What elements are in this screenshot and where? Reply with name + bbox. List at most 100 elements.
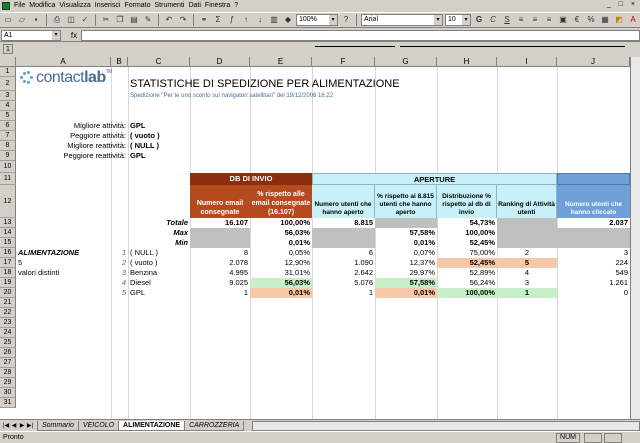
totale-j[interactable]: 2.037: [557, 218, 628, 228]
menu-finestra[interactable]: Finestra: [205, 2, 230, 10]
row-header[interactable]: 11: [0, 173, 16, 185]
row-e[interactable]: 12,90%: [250, 258, 310, 268]
menu-inserisci[interactable]: Inserisci: [95, 2, 121, 10]
column-header-a[interactable]: A: [16, 57, 111, 67]
totale-h[interactable]: 54,73%: [437, 218, 495, 228]
tab-carrozzeria[interactable]: CARROZZERIA: [184, 420, 245, 431]
row-name[interactable]: ( vuoto ): [130, 258, 158, 268]
align-right-icon[interactable]: ≡: [543, 14, 555, 26]
row-header[interactable]: 6: [0, 121, 16, 131]
row-d[interactable]: 9.025: [190, 278, 248, 288]
cut-icon[interactable]: ✂: [100, 14, 112, 26]
formula-input[interactable]: [81, 29, 640, 41]
row-header[interactable]: 24: [0, 328, 16, 338]
row-j[interactable]: 3: [557, 248, 628, 258]
min-e[interactable]: 0,01%: [250, 238, 310, 248]
max-g[interactable]: 57,58%: [375, 228, 435, 238]
row-h[interactable]: 75,00%: [437, 248, 495, 258]
menu-file[interactable]: File: [14, 2, 25, 10]
menu-formato[interactable]: Formato: [124, 2, 150, 10]
row-header[interactable]: 20: [0, 288, 16, 298]
column-header-e[interactable]: E: [250, 57, 312, 67]
undo-icon[interactable]: ↶: [163, 14, 175, 26]
row-j[interactable]: 224: [557, 258, 628, 268]
fx-icon[interactable]: fx: [67, 31, 81, 40]
row-d[interactable]: 4.995: [190, 268, 248, 278]
row-j[interactable]: 549: [557, 268, 628, 278]
row-header[interactable]: 12: [0, 185, 16, 218]
row-e[interactable]: 0,01%: [250, 288, 312, 298]
hyperlink-icon[interactable]: ⚭: [198, 14, 210, 26]
row-name[interactable]: ( NULL ): [130, 248, 158, 258]
row-g[interactable]: 0,07%: [375, 248, 435, 258]
row-header[interactable]: 9: [0, 151, 16, 161]
help-icon[interactable]: ?: [340, 14, 352, 26]
row-d[interactable]: 1: [190, 288, 248, 298]
last-sheet-icon[interactable]: ▶|: [26, 422, 34, 429]
menu-modifica[interactable]: Modifica: [29, 2, 55, 10]
copy-icon[interactable]: ❐: [114, 14, 126, 26]
row-h[interactable]: 100,00%: [437, 288, 497, 298]
row-g[interactable]: 57,58%: [375, 278, 437, 288]
totale-f[interactable]: 8.815: [312, 218, 373, 228]
row-header[interactable]: 4: [0, 101, 16, 111]
open-icon[interactable]: ▱: [16, 14, 28, 26]
outline-level-1[interactable]: 1: [3, 44, 13, 54]
row-e[interactable]: 56,03%: [250, 278, 312, 288]
row-i[interactable]: 3: [497, 278, 557, 288]
column-header-h[interactable]: H: [437, 57, 497, 67]
merge-icon[interactable]: ▣: [557, 14, 569, 26]
row-header[interactable]: 26: [0, 348, 16, 358]
select-all-corner[interactable]: [0, 57, 16, 67]
row-header[interactable]: 5: [0, 111, 16, 121]
row-i[interactable]: 2: [497, 248, 557, 258]
prev-sheet-icon[interactable]: ◀: [10, 422, 18, 429]
column-header-f[interactable]: F: [312, 57, 375, 67]
tab-veicolo[interactable]: VEICOLO: [77, 420, 120, 431]
row-header[interactable]: 18: [0, 268, 16, 278]
chart-icon[interactable]: ▥: [268, 14, 280, 26]
row-e[interactable]: 31,01%: [250, 268, 310, 278]
drawing-icon[interactable]: ◆: [282, 14, 294, 26]
tab-alimentazione[interactable]: ALIMENTAZIONE: [118, 420, 186, 431]
column-header-g[interactable]: G: [375, 57, 437, 67]
row-header[interactable]: 28: [0, 368, 16, 378]
font-size-select[interactable]: 10 ▾: [445, 14, 471, 26]
row-header[interactable]: 16: [0, 248, 16, 258]
format-painter-icon[interactable]: ✎: [142, 14, 154, 26]
totale-e[interactable]: 100,00%: [250, 218, 310, 228]
menu-dati[interactable]: Dati: [188, 2, 200, 10]
row-header[interactable]: 7: [0, 131, 16, 141]
align-center-icon[interactable]: ≡: [529, 14, 541, 26]
align-left-icon[interactable]: ≡: [515, 14, 527, 26]
borders-icon[interactable]: ▦: [599, 14, 611, 26]
font-color-icon[interactable]: A: [627, 14, 639, 26]
row-header[interactable]: 25: [0, 338, 16, 348]
vertical-scrollbar[interactable]: [630, 57, 640, 419]
row-h[interactable]: 56,24%: [437, 278, 495, 288]
row-header[interactable]: 2: [0, 77, 16, 91]
totale-d[interactable]: 16.107: [190, 218, 248, 228]
menu-strumenti[interactable]: Strumenti: [155, 2, 185, 10]
save-icon[interactable]: ▪: [30, 14, 42, 26]
column-header-b[interactable]: B: [111, 57, 128, 67]
percent-icon[interactable]: %: [585, 14, 597, 26]
sort-desc-icon[interactable]: ↓: [254, 14, 266, 26]
font-select[interactable]: Arial ▾: [361, 14, 443, 26]
paste-icon[interactable]: ▤: [128, 14, 140, 26]
redo-icon[interactable]: ↷: [177, 14, 189, 26]
row-name[interactable]: Benzina: [130, 268, 157, 278]
column-header-i[interactable]: I: [497, 57, 557, 67]
italic-icon[interactable]: C: [487, 14, 499, 26]
row-i[interactable]: 5: [497, 258, 557, 268]
row-header[interactable]: 30: [0, 388, 16, 398]
sort-asc-icon[interactable]: ↑: [240, 14, 252, 26]
row-name[interactable]: GPL: [130, 288, 145, 298]
first-sheet-icon[interactable]: |◀: [2, 422, 10, 429]
tab-sommario[interactable]: Sommario: [37, 420, 79, 431]
fill-color-icon[interactable]: ◩: [613, 14, 625, 26]
row-f[interactable]: 1.090: [312, 258, 373, 268]
zoom-select[interactable]: 100% ▾: [296, 14, 338, 26]
row-f[interactable]: 5.076: [312, 278, 373, 288]
row-name[interactable]: Diesel: [130, 278, 151, 288]
